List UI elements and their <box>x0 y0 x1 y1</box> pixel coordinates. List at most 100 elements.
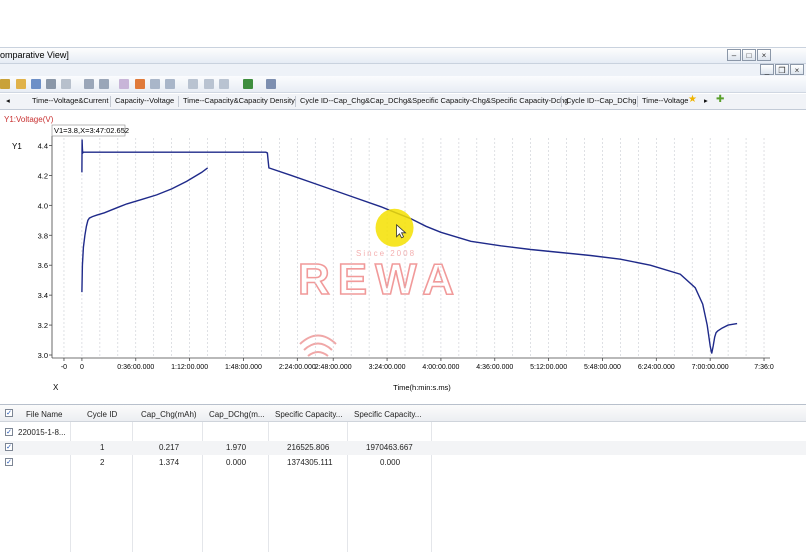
voltage-time-chart[interactable]: REWA Since 2008 3.0 3.2 3.4 3.6 3.8 4.0 4.2 4.4… <box>0 110 806 404</box>
y-tick-label: 3.8 <box>38 231 48 240</box>
excel-export-icon[interactable] <box>243 79 253 89</box>
back-icon[interactable] <box>84 79 94 89</box>
row-checkbox[interactable]: ✓ <box>5 443 13 451</box>
tab-time-voltage-current[interactable]: Time--Voltage&Current <box>32 96 108 105</box>
tab-separator <box>110 96 111 107</box>
cell-cycle-id: 2 <box>100 458 105 467</box>
tab-separator <box>637 96 638 107</box>
group-checkbox[interactable]: ✓ <box>5 428 13 436</box>
chart-grid <box>63 138 765 358</box>
tab-capacity-voltage[interactable]: Capacity--Voltage <box>115 96 174 105</box>
chart-area[interactable]: REWA Since 2008 3.0 3.2 3.4 3.6 3.8 4.0 4.2 4.4… <box>0 110 806 404</box>
tab-time-capacity-density[interactable]: Time--Capacity&Capacity Density <box>183 96 295 105</box>
x-tick-label: 7:00:00.000 <box>692 364 729 371</box>
chart-axes <box>51 136 770 359</box>
tab-cycle-id-multi[interactable]: Cycle ID--Cap_Chg&Cap_DChg&Specific Capa… <box>300 96 568 105</box>
table-group-row[interactable]: ✓ 220015-1-8... <box>0 426 806 440</box>
cursor-highlight <box>375 208 414 247</box>
forward-icon[interactable] <box>99 79 109 89</box>
select-all-checkbox[interactable]: ✓ <box>5 409 13 417</box>
x-tick-label: 3:24:00.000 <box>369 364 406 371</box>
cell-specific-capacity-chg: 1374305.111 <box>287 458 333 467</box>
x-tick-label: 5:12:00.000 <box>530 364 567 371</box>
y-tick-label: 3.4 <box>38 291 48 300</box>
settings-icon[interactable] <box>266 79 276 89</box>
row-checkbox[interactable]: ✓ <box>5 458 13 466</box>
table-row[interactable]: ✓ 1 0.217 1.970 216525.806 1970463.667 <box>0 441 806 455</box>
y-tick-label: 4.0 <box>38 201 48 210</box>
child-minimize-button[interactable]: _ <box>760 64 774 75</box>
x-tick-label: 1:48:00.000 <box>225 364 262 371</box>
x-tick-label: 7:36:0 <box>754 364 774 371</box>
tab-time-voltage[interactable]: Time--Voltage <box>642 96 688 105</box>
watermark-wifi-icon <box>307 351 329 357</box>
tab-scroll-right-icon[interactable]: ▸ <box>704 96 708 105</box>
tab-cycle-id-cap-dchg[interactable]: Cycle ID--Cap_DChg <box>566 96 636 105</box>
header-file-name[interactable]: File Name <box>26 410 62 419</box>
cell-cap-chg: 0.217 <box>159 443 180 452</box>
tab-bar: ◂ Time--Voltage&Current Capacity--Voltag… <box>0 94 806 110</box>
child-restore-button[interactable]: ❒ <box>775 64 789 75</box>
y-tick-label: 4.2 <box>38 171 48 180</box>
cell-specific-capacity-chg: 216525.806 <box>287 443 330 452</box>
layout-icon[interactable] <box>119 79 129 89</box>
align-icon[interactable] <box>150 79 160 89</box>
maximize-button[interactable]: □ <box>742 49 756 61</box>
cursor-readout: V1=3.8,X=3:47:02.652 <box>54 126 129 135</box>
cell-cap-dchg: 1.970 <box>226 443 247 452</box>
voltage-series-line[interactable] <box>81 167 209 293</box>
y-axis-corner-label: Y1:Voltage(V) <box>4 115 54 124</box>
chart-series <box>81 139 738 354</box>
window-controls: – □ × <box>727 49 771 61</box>
y-tick-label: 3.2 <box>38 321 48 330</box>
print-icon[interactable] <box>46 79 56 89</box>
voltage-series-line[interactable] <box>81 139 738 354</box>
align-right-icon[interactable] <box>165 79 175 89</box>
table-row[interactable]: ✓ 2 1.374 0.000 1374305.111 0.000 <box>0 456 806 470</box>
cell-specific-capacity-dchg: 1970463.667 <box>366 443 413 452</box>
child-close-button[interactable]: × <box>790 64 804 75</box>
header-cap-dchg[interactable]: Cap_DChg(m... <box>209 410 265 419</box>
tab-scroll-left-icon[interactable]: ◂ <box>6 96 10 105</box>
header-specific-capacity-dchg[interactable]: Specific Capacity... <box>354 410 421 419</box>
x-tick-label: 0:36:00.000 <box>117 364 154 371</box>
child-window-controls: _ ❒ × <box>760 64 804 75</box>
add-tab-icon[interactable]: ✚ <box>716 94 724 105</box>
save-icon[interactable] <box>31 79 41 89</box>
data-table: ✓ File Name Cycle ID Cap_Chg(mAh) Cap_DC… <box>0 404 806 552</box>
list-icon[interactable] <box>188 79 198 89</box>
list-detail-icon[interactable] <box>204 79 214 89</box>
x-tick-label: -0 <box>61 364 67 371</box>
child-window-bar: _ ❒ × <box>0 64 806 76</box>
window-titlebar: omparative View] – □ × <box>0 47 806 64</box>
x-tick-label: 0 <box>80 364 84 371</box>
y-tick-label: 4.4 <box>38 141 48 150</box>
toolbar <box>0 76 806 93</box>
top-blank-area <box>0 0 806 47</box>
minimize-button[interactable]: – <box>727 49 741 61</box>
cell-cycle-id: 1 <box>100 443 105 452</box>
x-tick-label: 6:24:00.000 <box>638 364 675 371</box>
list-compact-icon[interactable] <box>219 79 229 89</box>
tab-separator <box>561 96 562 107</box>
window-title: omparative View] <box>0 50 69 60</box>
header-cap-chg[interactable]: Cap_Chg(mAh) <box>141 410 197 419</box>
wand-icon[interactable] <box>0 79 10 89</box>
x-tick-label: 2:48:00.000 <box>315 364 352 371</box>
x-tick-label: 2:24:00.000 <box>279 364 316 371</box>
header-cycle-id[interactable]: Cycle ID <box>87 410 117 419</box>
marker-icon[interactable] <box>135 79 145 89</box>
group-file-name: 220015-1-8... <box>18 428 66 437</box>
cell-cap-dchg: 0.000 <box>226 458 247 467</box>
cell-specific-capacity-dchg: 0.000 <box>380 458 401 467</box>
close-button[interactable]: × <box>757 49 771 61</box>
header-specific-capacity-chg[interactable]: Specific Capacity... <box>275 410 342 419</box>
x-tick-label: 1:12:00.000 <box>171 364 208 371</box>
y-axis-name: Y1 <box>12 142 22 151</box>
copy-icon[interactable] <box>61 79 71 89</box>
open-folder-icon[interactable] <box>16 79 26 89</box>
tab-separator <box>295 96 296 107</box>
watermark-logo: REWA Since 2008 <box>297 249 455 357</box>
y-tick-label: 3.0 <box>38 351 48 360</box>
star-icon[interactable]: ★ <box>688 94 697 105</box>
